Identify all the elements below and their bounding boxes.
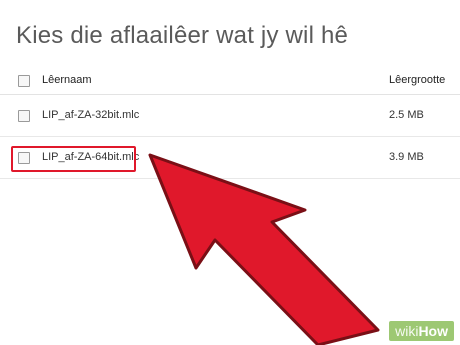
pointer-arrow-icon (148, 153, 380, 345)
wikihow-logo: wikiHow (389, 321, 454, 341)
